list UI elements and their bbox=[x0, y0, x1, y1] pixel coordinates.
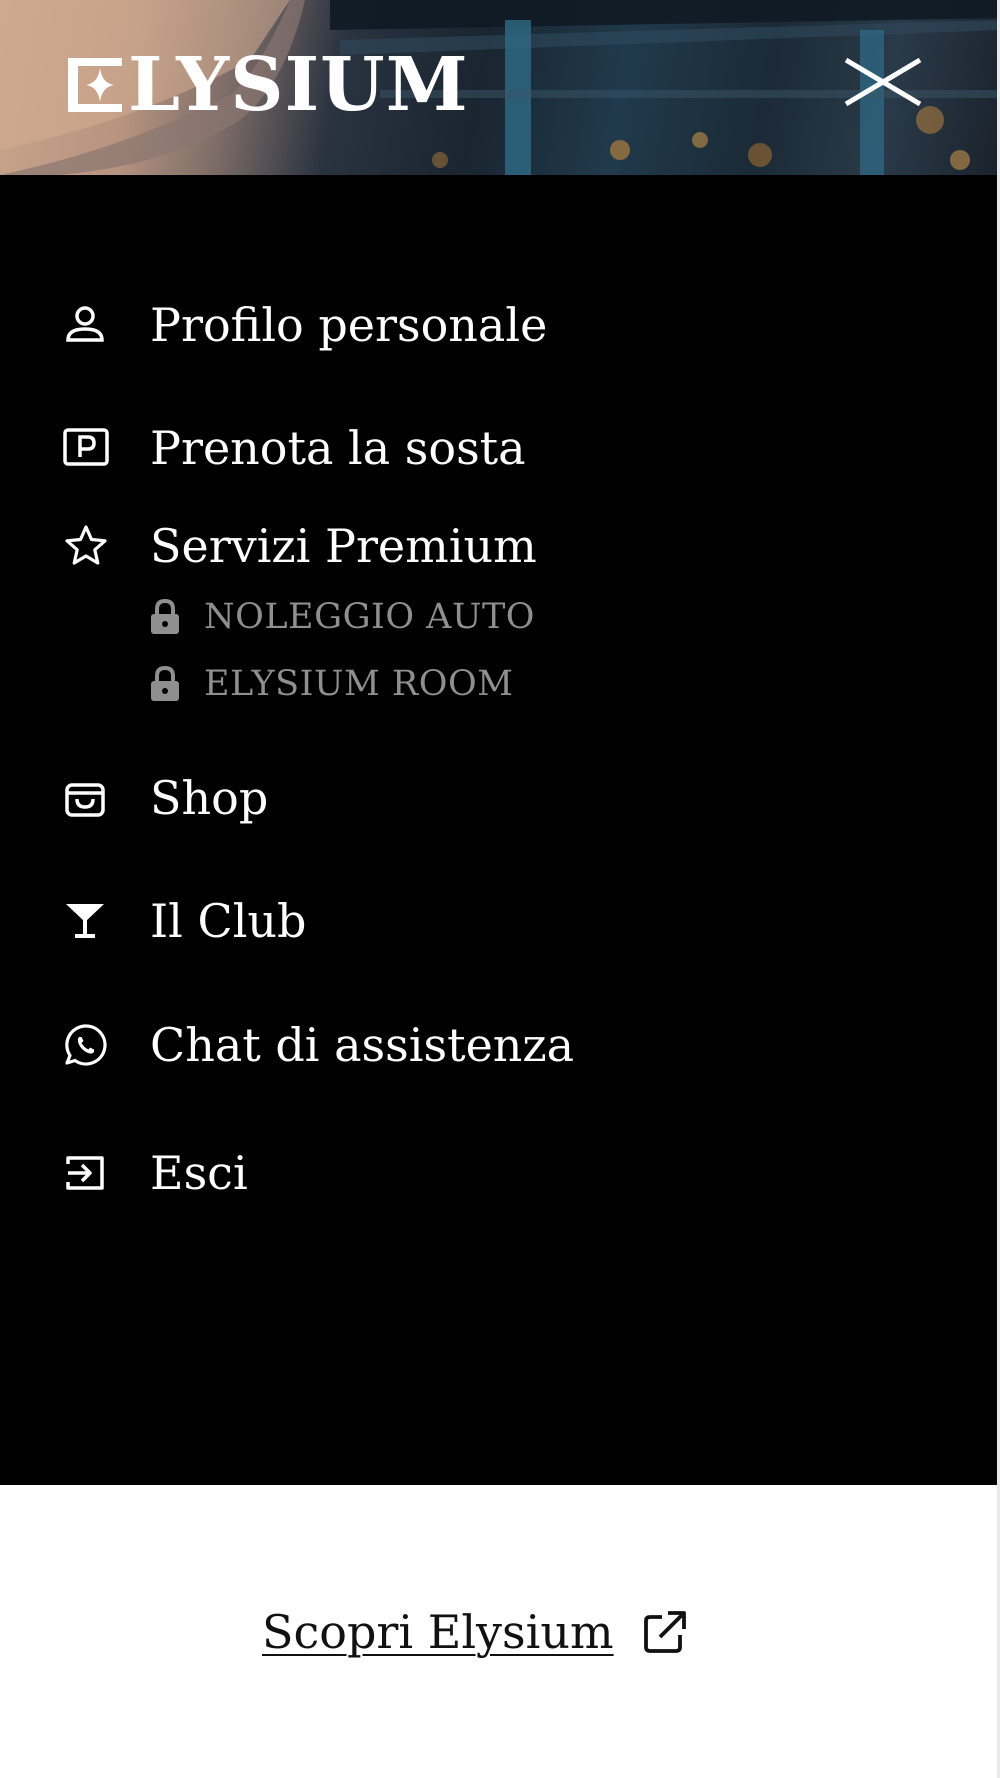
shopping-bag-icon bbox=[62, 772, 114, 824]
navigation-menu: Profilo personale Prenota la sosta Servi… bbox=[0, 175, 1000, 1485]
close-icon[interactable] bbox=[838, 52, 928, 112]
menu-item-label: Profilo personale bbox=[150, 298, 548, 352]
menu-item-shop[interactable]: Shop bbox=[62, 768, 268, 828]
premium-subitem-noleggio-auto: NOLEGGIO AUTO bbox=[148, 594, 535, 640]
menu-item-servizi-premium[interactable]: Servizi Premium bbox=[62, 516, 537, 576]
menu-item-chat-di-assistenza[interactable]: Chat di assistenza bbox=[62, 1015, 574, 1075]
cocktail-glass-icon bbox=[62, 895, 114, 947]
menu-item-label: Servizi Premium bbox=[150, 519, 537, 573]
menu-item-esci[interactable]: Esci bbox=[62, 1143, 248, 1203]
lock-icon bbox=[151, 598, 179, 634]
menu-footer: Scopri Elysium bbox=[0, 1485, 1000, 1778]
menu-item-label: Prenota la sosta bbox=[150, 421, 526, 475]
menu-item-label: Shop bbox=[150, 771, 269, 825]
brand-logo[interactable]: LYSIUM bbox=[64, 46, 469, 124]
menu-item-il-club[interactable]: Il Club bbox=[62, 891, 307, 951]
person-icon bbox=[62, 299, 114, 351]
scopri-elysium-label: Scopri Elysium bbox=[262, 1605, 614, 1659]
menu-item-label: Chat di assistenza bbox=[150, 1018, 575, 1072]
brand-logo-text: LYSIUM bbox=[128, 42, 469, 128]
menu-item-profilo-personale[interactable]: Profilo personale bbox=[62, 295, 547, 355]
menu-item-label: Esci bbox=[150, 1146, 248, 1200]
menu-item-prenota-la-sosta[interactable]: Prenota la sosta bbox=[62, 418, 526, 478]
external-link-icon bbox=[643, 1611, 686, 1653]
premium-subitem-label: NOLEGGIO AUTO bbox=[204, 597, 535, 637]
whatsapp-icon bbox=[62, 1019, 114, 1071]
menu-item-label: Il Club bbox=[150, 894, 307, 948]
star-icon bbox=[62, 520, 114, 572]
logout-icon bbox=[62, 1147, 114, 1199]
premium-subitem-elysium-room: ELYSIUM ROOM bbox=[148, 661, 514, 707]
premium-subitem-label: ELYSIUM ROOM bbox=[204, 664, 514, 704]
app-header: LYSIUM bbox=[0, 0, 1000, 175]
scopri-elysium-link[interactable]: Scopri Elysium bbox=[262, 1602, 690, 1662]
parking-icon bbox=[62, 422, 114, 474]
lock-icon bbox=[151, 665, 179, 701]
elysium-star-mark-icon bbox=[68, 58, 122, 112]
